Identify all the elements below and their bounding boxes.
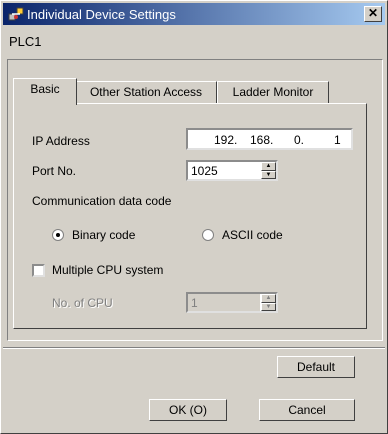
num-cpu-spinner[interactable]: 1 ▲ ▼ — [186, 292, 278, 313]
spin-down-icon[interactable]: ▼ — [261, 302, 276, 311]
device-name-label: PLC1 — [9, 34, 42, 49]
ip-address-label: IP Address — [32, 134, 90, 148]
ip-address-input[interactable]: 192. 168. 0. 1 — [186, 128, 353, 150]
divider — [3, 347, 385, 349]
ip-octet-2: 168. — [250, 133, 274, 147]
ok-button[interactable]: OK (O) — [149, 399, 227, 421]
multiple-cpu-label: Multiple CPU system — [52, 263, 164, 277]
ip-octet-3: 0. — [294, 133, 305, 147]
tab-other-station-access[interactable]: Other Station Access — [75, 81, 217, 104]
default-button[interactable]: Default — [277, 356, 355, 378]
multiple-cpu-checkbox[interactable] — [32, 264, 45, 277]
basic-tab-panel: IP Address 192. 168. 0. 1 Port No. 1025 … — [13, 103, 367, 329]
port-value: 1025 — [191, 164, 218, 178]
close-button[interactable]: ✕ — [364, 6, 382, 22]
comm-code-label: Communication data code — [32, 194, 172, 208]
spin-up-icon[interactable]: ▲ — [261, 162, 276, 171]
title-bar[interactable]: Individual Device Settings ✕ — [3, 3, 385, 25]
binary-code-radio[interactable] — [52, 229, 64, 241]
spin-up-icon[interactable]: ▲ — [261, 294, 276, 303]
port-spinner[interactable]: 1025 ▲ ▼ — [186, 160, 278, 181]
ascii-code-radio[interactable] — [202, 229, 214, 241]
num-cpu-label: No. of CPU — [52, 296, 113, 310]
dialog-window: Individual Device Settings ✕ PLC1 Basic … — [0, 0, 388, 434]
tab-ladder-monitor[interactable]: Ladder Monitor — [217, 81, 329, 104]
cancel-button[interactable]: Cancel — [259, 399, 355, 421]
tab-basic[interactable]: Basic — [13, 78, 77, 105]
port-spin-buttons[interactable]: ▲ ▼ — [260, 162, 276, 179]
spin-down-icon[interactable]: ▼ — [261, 170, 276, 179]
binary-code-label: Binary code — [72, 228, 136, 242]
ascii-code-label: ASCII code — [222, 228, 283, 242]
ip-octet-1: 192. — [214, 133, 238, 147]
network-device-icon — [8, 7, 24, 21]
window-title: Individual Device Settings — [27, 7, 176, 22]
port-label: Port No. — [32, 164, 77, 178]
radio-selected-dot — [56, 233, 60, 237]
num-cpu-value: 1 — [191, 296, 198, 310]
num-cpu-spin-buttons[interactable]: ▲ ▼ — [260, 294, 276, 311]
ip-octet-4: 1 — [334, 133, 341, 147]
